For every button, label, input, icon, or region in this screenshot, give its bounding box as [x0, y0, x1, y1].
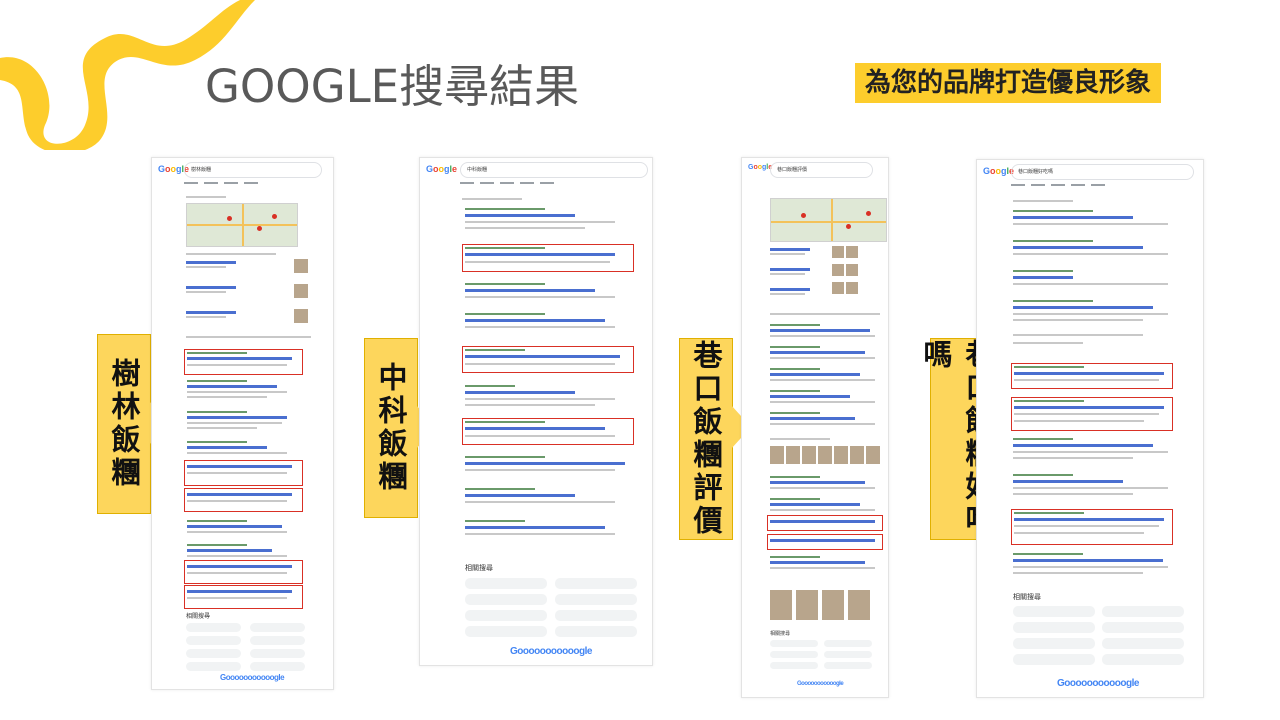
- highlighted-result: [1011, 509, 1173, 545]
- page-title: GOOGLE搜尋結果: [205, 60, 580, 113]
- related-searches-heading: 相關搜尋: [186, 614, 211, 620]
- search-screenshot-3: Google 巷口飯糰評價 相關搜尋 Gooooooooooogle: [741, 157, 889, 698]
- search-input[interactable]: 巷口飯糰好吃嗎: [1011, 164, 1194, 180]
- pagination-logo[interactable]: Gooooooooooogle: [220, 673, 285, 682]
- pagination-logo[interactable]: Gooooooooooogle: [1057, 678, 1139, 689]
- search-screenshot-2: Google 中科飯糰 相關搜尋 Gooooooooooogle: [419, 157, 653, 666]
- keyword-label-2: 中科飯糰: [364, 338, 418, 518]
- google-logo: Google: [748, 164, 773, 171]
- pagination-logo[interactable]: Gooooooooooogle: [797, 681, 844, 687]
- related-searches-heading: 相關搜尋: [465, 565, 493, 572]
- tagline-banner: 為您的品牌打造優良形象: [855, 63, 1162, 103]
- related-searches-heading: 相關搜尋: [770, 631, 791, 637]
- keyword-label-3: 巷口飯糰評價: [679, 338, 733, 540]
- search-tabs: [1011, 182, 1105, 188]
- highlighted-result: [767, 534, 883, 550]
- pagination-logo[interactable]: Gooooooooooogle: [510, 646, 592, 657]
- search-input[interactable]: 中科飯糰: [460, 162, 648, 178]
- search-tabs: [460, 180, 554, 186]
- google-logo: Google: [426, 164, 458, 174]
- related-searches-heading: 相關搜尋: [1013, 594, 1041, 601]
- keyword-label-1: 樹林飯糰: [97, 334, 151, 514]
- search-screenshot-4: Google 巷口飯糰好吃嗎 相關搜尋 Gooooooooooogle: [976, 159, 1204, 698]
- map-thumbnail: [770, 198, 887, 242]
- google-logo: Google: [983, 166, 1015, 176]
- search-input[interactable]: 巷口飯糰評價: [770, 162, 873, 178]
- highlighted-result: [767, 515, 883, 531]
- map-thumbnail: [186, 203, 298, 247]
- search-screenshot-1: Google 樹林飯糰 相關搜尋 Gooooooooooogle: [151, 157, 334, 690]
- search-tabs: [184, 180, 258, 186]
- search-input[interactable]: 樹林飯糰: [184, 162, 322, 178]
